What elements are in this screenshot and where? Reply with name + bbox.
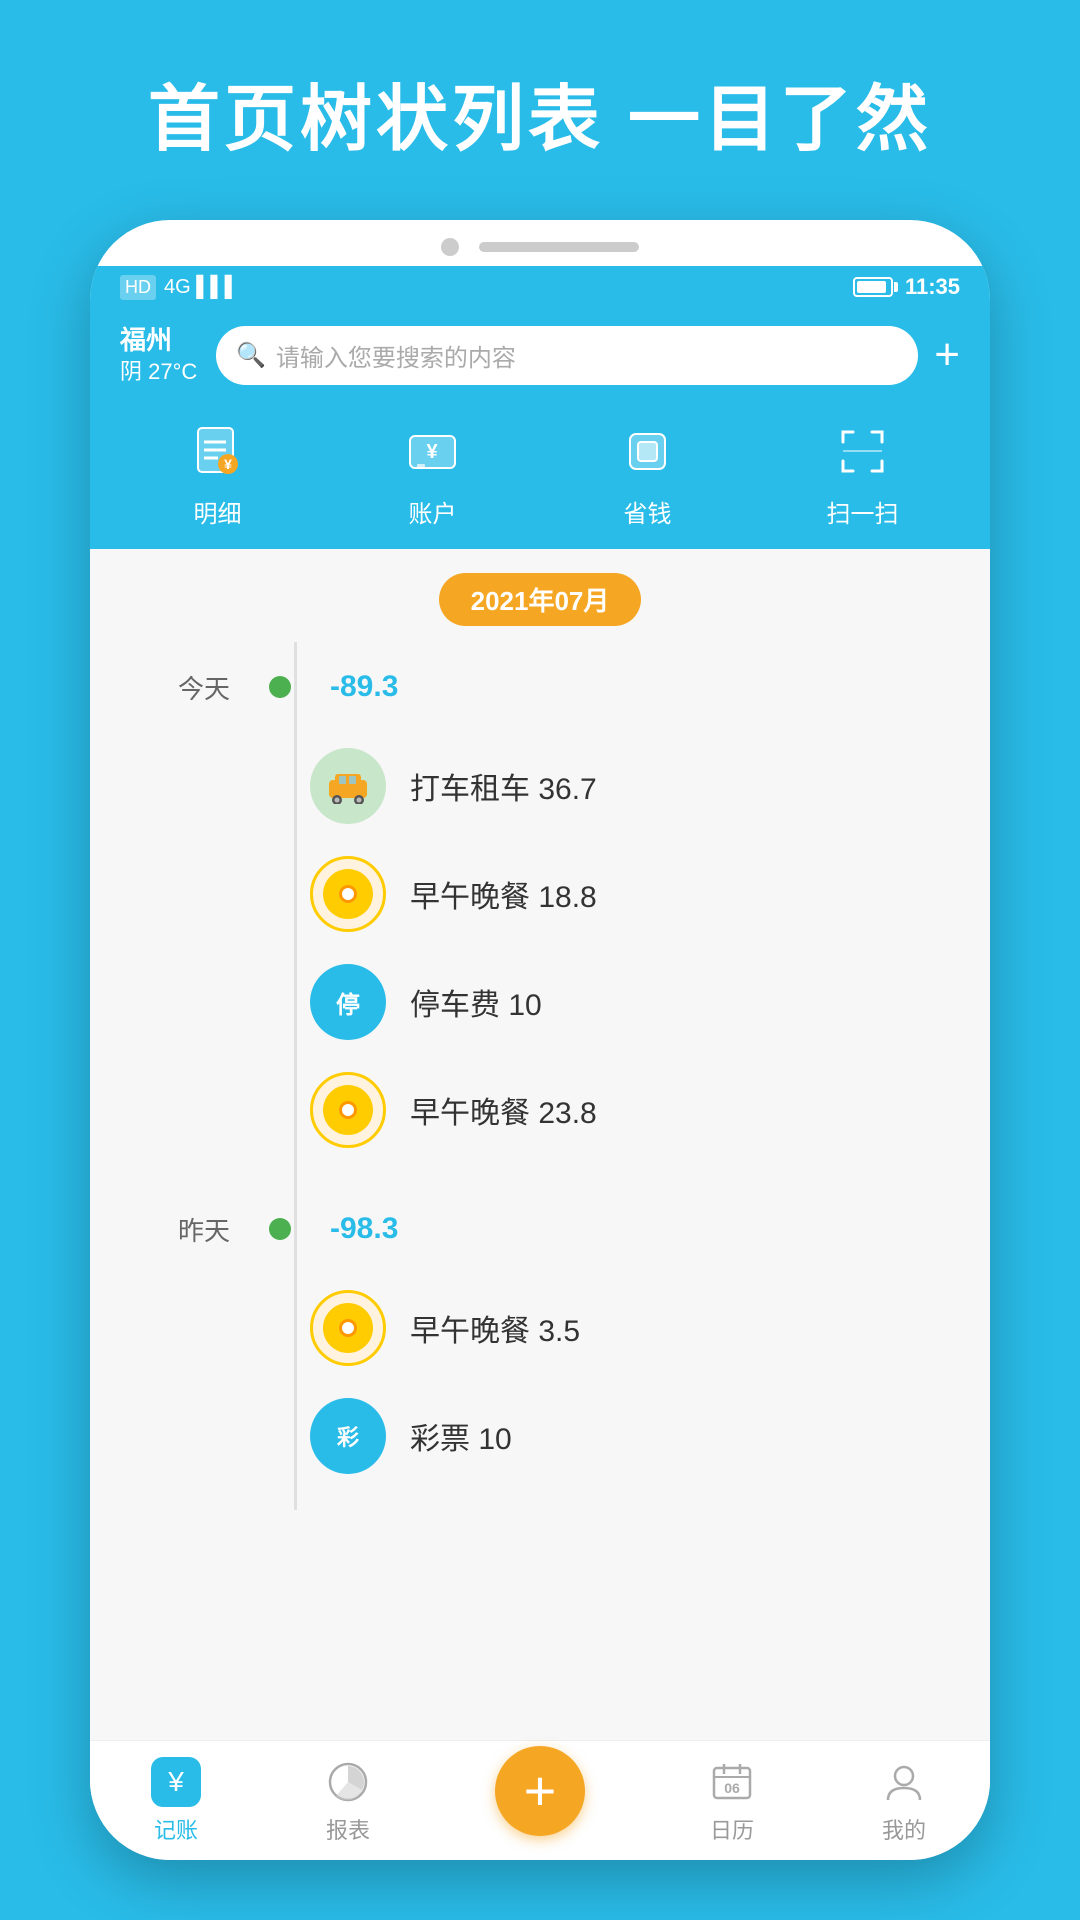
content-area: 2021年07月 今天 -89.3 (90, 549, 990, 1849)
scan-label: 扫一扫 (827, 494, 899, 529)
timeline: 今天 -89.3 (90, 642, 990, 1510)
food-eye-3 (339, 1319, 357, 1337)
svg-text:¥: ¥ (224, 456, 232, 472)
nav-item-zhanghu[interactable]: ¥ 账户 (393, 416, 473, 529)
parking-icon: 停 (310, 964, 386, 1040)
food1-label: 早午晚餐 18.8 (410, 872, 597, 916)
today-dot (250, 676, 310, 698)
location-city: 福州 (120, 324, 200, 358)
nav-item-scan[interactable]: 扫一扫 (823, 416, 903, 529)
jizhang-label: 记账 (154, 1813, 198, 1845)
mingxi-icon: ¥ (178, 416, 258, 486)
quick-nav: ¥ 明细 ¥ 账户 省钱 (90, 406, 990, 549)
nav-item-mingxi[interactable]: ¥ 明细 (178, 416, 258, 529)
weather-info: 阴 27°C (120, 358, 200, 387)
food1-icon (310, 856, 386, 932)
phone-notch (90, 220, 990, 266)
lottery-label: 彩票 10 (410, 1414, 512, 1458)
wode-icon (879, 1757, 929, 1807)
yesterday-label: 昨天 (120, 1211, 250, 1248)
lottery-row[interactable]: 彩 彩票 10 (120, 1382, 960, 1490)
nav-item-shengqian[interactable]: 省钱 (608, 416, 688, 529)
clock: 11:35 (905, 274, 960, 300)
food3-icon (310, 1290, 386, 1366)
taxi-row[interactable]: 打车租车 36.7 (120, 732, 960, 840)
app-header: 福州 阴 27°C 🔍 请输入您要搜索的内容 + (90, 308, 990, 406)
food1-row[interactable]: 早午晚餐 18.8 (120, 840, 960, 948)
battery-fill (857, 281, 886, 293)
scan-icon (823, 416, 903, 486)
parking-label: 停车费 10 (410, 980, 542, 1024)
location-info: 福州 阴 27°C (120, 324, 200, 386)
parking-row[interactable]: 停 停车费 10 (120, 948, 960, 1056)
fab-button[interactable]: + (495, 1746, 585, 1836)
baobiao-icon (323, 1757, 373, 1807)
svg-text:06: 06 (724, 1780, 740, 1796)
status-left-icons: HD 4G ▌▌▌ (120, 275, 239, 300)
yesterday-header: 昨天 -98.3 (120, 1184, 960, 1274)
battery-icon (853, 277, 893, 297)
status-right-icons: 11:35 (853, 274, 960, 300)
food-inner-2 (323, 1085, 373, 1135)
food2-label: 早午晚餐 23.8 (410, 1088, 597, 1132)
nav-baobiao[interactable]: 报表 (323, 1757, 373, 1845)
food2-icon (310, 1072, 386, 1148)
baobiao-label: 报表 (326, 1813, 370, 1845)
food-eye-1 (339, 885, 357, 903)
month-badge-wrapper: 2021年07月 (90, 549, 990, 642)
yesterday-dot (250, 1218, 310, 1240)
page-title: 首页树状列表 一目了然 (0, 0, 1080, 165)
food-inner-3 (323, 1303, 373, 1353)
yesterday-amount: -98.3 (330, 1212, 398, 1246)
add-button[interactable]: + (934, 333, 960, 377)
food-eye-2 (339, 1101, 357, 1119)
signal-icons: 4G ▌▌▌ (164, 276, 239, 299)
nav-fab[interactable]: + (495, 1746, 585, 1856)
food2-row[interactable]: 早午晚餐 23.8 (120, 1056, 960, 1164)
lottery-icon: 彩 (310, 1398, 386, 1474)
today-amount: -89.3 (330, 670, 398, 704)
jizhang-icon: ¥ (151, 1757, 201, 1807)
yesterday-green-dot (269, 1218, 291, 1240)
search-row: 福州 阴 27°C 🔍 请输入您要搜索的内容 + (120, 324, 960, 386)
status-bar: HD 4G ▌▌▌ 11:35 (90, 266, 990, 308)
phone-camera (441, 238, 459, 256)
hd-icon: HD (120, 275, 156, 300)
search-box[interactable]: 🔍 请输入您要搜索的内容 (216, 326, 918, 385)
taxi-icon (310, 748, 386, 824)
rili-label: 日历 (710, 1813, 754, 1845)
nav-rili[interactable]: 06 日历 (707, 1757, 757, 1845)
shengqian-icon (608, 416, 688, 486)
mingxi-label: 明细 (194, 494, 242, 529)
month-badge: 2021年07月 (439, 573, 642, 626)
phone-frame: HD 4G ▌▌▌ 11:35 福州 阴 27°C 🔍 请输入您要搜索的内容 + (90, 220, 990, 1860)
taxi-label: 打车租车 36.7 (410, 764, 597, 808)
zhanghu-icon: ¥ (393, 416, 473, 486)
today-green-dot (269, 676, 291, 698)
food3-row[interactable]: 早午晚餐 3.5 (120, 1274, 960, 1382)
today-label: 今天 (120, 669, 250, 706)
svg-text:¥: ¥ (426, 441, 438, 463)
nav-wode[interactable]: 我的 (879, 1757, 929, 1845)
nav-jizhang[interactable]: ¥ 记账 (151, 1757, 201, 1845)
search-icon: 🔍 (236, 341, 266, 370)
food3-label: 早午晚餐 3.5 (410, 1306, 580, 1350)
phone-speaker (479, 242, 639, 252)
today-header: 今天 -89.3 (120, 642, 960, 732)
zhanghu-label: 账户 (409, 494, 457, 529)
wode-label: 我的 (882, 1813, 926, 1845)
bottom-nav: ¥ 记账 报表 + (90, 1740, 990, 1860)
shengqian-label: 省钱 (624, 494, 672, 529)
search-placeholder: 请输入您要搜索的内容 (276, 338, 516, 373)
rili-icon: 06 (707, 1757, 757, 1807)
food-inner-1 (323, 869, 373, 919)
